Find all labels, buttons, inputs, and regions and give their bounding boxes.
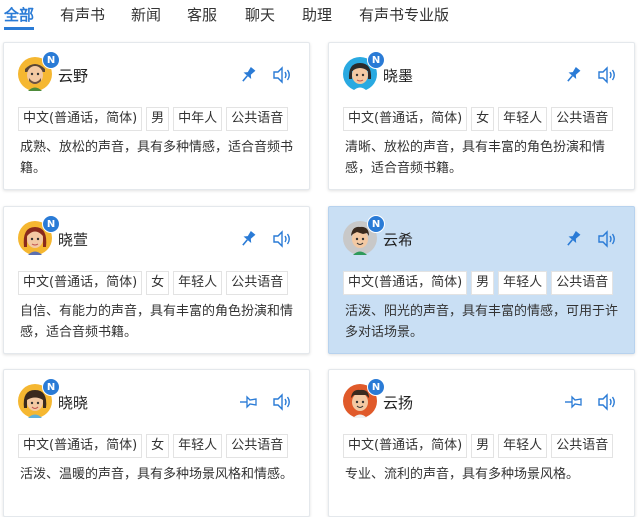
tag-gender: 女 [146, 434, 170, 458]
voice-description: 自信、有能力的声音，具有丰富的角色扮演和情感，适合音频书籍。 [20, 304, 294, 340]
tab-news[interactable]: 新闻 [131, 4, 161, 25]
voice-name: 云希 [383, 231, 414, 249]
voice-tags: 中文(普通话，简体) 男 年轻人 公共语音 [343, 434, 614, 458]
tab-audiobook[interactable]: 有声书 [60, 4, 105, 25]
voice-card-yunyang[interactable]: N 云扬 中文(普通话，简体) 男 年轻人 公共语音 专业、流利的声音，具有多种… [328, 369, 635, 517]
tag-type: 公共语音 [551, 434, 614, 458]
voice-tags: 中文(普通话，简体) 女 年轻人 公共语音 [18, 434, 289, 458]
tag-gender: 女 [471, 107, 495, 131]
tag-type: 公共语音 [226, 107, 289, 131]
tag-gender: 男 [471, 271, 495, 295]
voice-tags: 中文(普通话，简体) 男 年轻人 公共语音 [343, 271, 614, 295]
pin-outline-icon[interactable] [563, 392, 583, 412]
voice-description: 清晰、放松的声音，具有丰富的角色扮演和情感，适合音频书籍。 [345, 140, 606, 176]
tag-type: 公共语音 [551, 107, 614, 131]
tag-type: 公共语音 [551, 271, 614, 295]
voice-tags: 中文(普通话，简体) 男 中年人 公共语音 [18, 107, 289, 131]
voice-name: 晓晓 [58, 394, 89, 412]
voice-name: 晓墨 [383, 67, 414, 85]
speaker-icon[interactable] [272, 392, 292, 412]
tag-age: 年轻人 [498, 107, 548, 131]
pin-icon[interactable] [238, 65, 258, 85]
tag-age: 年轻人 [173, 434, 223, 458]
speaker-icon[interactable] [597, 65, 617, 85]
tag-age: 年轻人 [498, 434, 548, 458]
voice-description: 活泼、温暖的声音，具有多种场景风格和情感。 [20, 467, 294, 482]
tag-gender: 男 [471, 434, 495, 458]
speaker-icon[interactable] [272, 229, 292, 249]
pin-icon[interactable] [563, 65, 583, 85]
voice-category-tabs: 全部 有声书 新闻 客服 聊天 助理 有声书专业版 [0, 0, 640, 30]
pin-outline-icon[interactable] [238, 392, 258, 412]
tag-language: 中文(普通话，简体) [18, 107, 143, 131]
voice-description: 活泼、阳光的声音，具有丰富的情感，可用于许多对话场景。 [345, 304, 619, 340]
tab-assistant[interactable]: 助理 [302, 4, 332, 25]
voice-tags: 中文(普通话，简体) 女 年轻人 公共语音 [18, 271, 289, 295]
tag-language: 中文(普通话，简体) [343, 107, 468, 131]
voice-description: 专业、流利的声音，具有多种场景风格。 [345, 467, 580, 482]
tag-type: 公共语音 [226, 434, 289, 458]
speaker-icon[interactable] [597, 229, 617, 249]
voice-tags: 中文(普通话，简体) 女 年轻人 公共语音 [343, 107, 614, 131]
tab-chat[interactable]: 聊天 [245, 4, 275, 25]
tab-audiobook-pro[interactable]: 有声书专业版 [359, 4, 449, 25]
pin-icon[interactable] [238, 229, 258, 249]
voice-description: 成熟、放松的声音，具有多种情感，适合音频书籍。 [20, 140, 294, 176]
voice-card-yunye[interactable]: N 云野 中文(普通话，简体) 男 中年人 公共语音 成熟、放松的声音，具有多种… [3, 42, 310, 190]
tag-age: 中年人 [173, 107, 223, 131]
voice-card-xiaomo[interactable]: N 晓墨 中文(普通话，简体) 女 年轻人 公共语音 清晰、放松的声音，具有丰富… [328, 42, 635, 190]
tag-language: 中文(普通话，简体) [343, 434, 468, 458]
tab-customer-service[interactable]: 客服 [187, 4, 217, 25]
voice-name: 云扬 [383, 394, 414, 412]
active-tab-indicator [4, 27, 34, 30]
tag-gender: 男 [146, 107, 170, 131]
voice-name: 云野 [58, 67, 89, 85]
tag-age: 年轻人 [173, 271, 223, 295]
voice-card-xiaoxuan[interactable]: N 晓萱 中文(普通话，简体) 女 年轻人 公共语音 自信、有能力的声音，具有丰… [3, 206, 310, 354]
speaker-icon[interactable] [272, 65, 292, 85]
tag-language: 中文(普通话，简体) [18, 434, 143, 458]
pin-icon[interactable] [563, 229, 583, 249]
tab-all[interactable]: 全部 [4, 4, 34, 25]
tag-language: 中文(普通话，简体) [343, 271, 468, 295]
tag-language: 中文(普通话，简体) [18, 271, 143, 295]
tag-type: 公共语音 [226, 271, 289, 295]
speaker-icon[interactable] [597, 392, 617, 412]
voice-card-yunxi[interactable]: N 云希 中文(普通话，简体) 男 年轻人 公共语音 活泼、阳光的声音，具有丰富… [328, 206, 635, 354]
voice-card-xiaoxiao[interactable]: N 晓晓 中文(普通话，简体) 女 年轻人 公共语音 活泼、温暖的声音，具有多种… [3, 369, 310, 517]
tag-age: 年轻人 [498, 271, 548, 295]
tag-gender: 女 [146, 271, 170, 295]
voice-name: 晓萱 [58, 231, 89, 249]
